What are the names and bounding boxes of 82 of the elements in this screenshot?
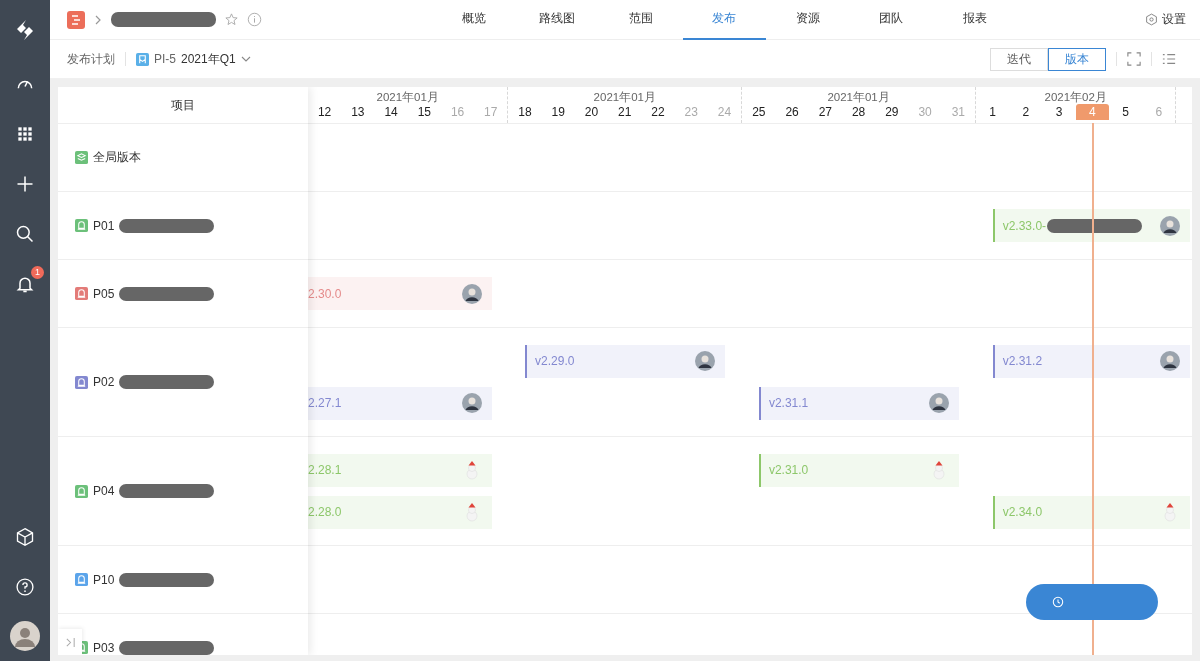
project-name[interactable]: P01 bbox=[93, 218, 115, 233]
avatar-icon bbox=[1160, 351, 1180, 371]
day-label: 3 bbox=[1054, 104, 1064, 120]
version-label: v2.31.1 bbox=[767, 396, 809, 410]
day-label: 2 bbox=[1021, 104, 1031, 120]
day-label: 31 bbox=[950, 104, 966, 120]
day-label: 22 bbox=[650, 104, 666, 120]
nav-tab[interactable]: 报表 bbox=[933, 0, 1017, 40]
nav-tab[interactable]: 概览 bbox=[432, 0, 516, 40]
day-label: 6 bbox=[1154, 104, 1164, 120]
day-label: 24 bbox=[716, 104, 733, 120]
project-name[interactable]: 全局版本 bbox=[93, 149, 141, 166]
user-avatar-icon[interactable] bbox=[10, 621, 40, 651]
day-label: 16 bbox=[449, 104, 466, 120]
nav-tab[interactable]: 路线图 bbox=[515, 0, 599, 40]
view-toggle[interactable]: 版本 bbox=[1048, 47, 1106, 71]
avatar-icon bbox=[929, 393, 950, 413]
settings-button[interactable]: 设置 bbox=[1145, 11, 1186, 28]
day-label: 29 bbox=[884, 104, 900, 120]
day-label: 12 bbox=[316, 104, 333, 120]
collapse-icon bbox=[64, 636, 76, 648]
day-label: 14 bbox=[383, 104, 399, 120]
search-icon[interactable] bbox=[15, 224, 35, 244]
version-label: 2.30.0 bbox=[308, 286, 342, 301]
avatar-icon bbox=[1160, 215, 1180, 236]
day-label: 21 bbox=[617, 104, 633, 120]
day-label: 20 bbox=[583, 104, 600, 120]
help-icon[interactable] bbox=[15, 577, 35, 597]
day-label: 23 bbox=[683, 104, 699, 120]
nav-tab[interactable]: 团队 bbox=[849, 0, 933, 40]
day-label: 1 bbox=[988, 104, 997, 120]
pi-selector[interactable]: PI-5 2021年Q1 bbox=[136, 50, 251, 68]
apps-grid-icon[interactable] bbox=[15, 124, 35, 144]
plus-icon[interactable] bbox=[15, 174, 35, 194]
project-name[interactable]: P03 bbox=[93, 640, 115, 655]
avatar-icon bbox=[461, 393, 482, 413]
nav-tab[interactable]: 资源 bbox=[766, 0, 850, 40]
chevron-right-icon bbox=[93, 14, 103, 25]
version-label: 2.28.0 bbox=[308, 505, 342, 519]
notification-badge: 1 bbox=[31, 266, 44, 279]
version-label: 2.28.1 bbox=[308, 463, 342, 477]
project-name[interactable]: P04 bbox=[93, 484, 115, 498]
project-name[interactable]: P02 bbox=[93, 375, 115, 389]
day-label: 4 bbox=[1075, 104, 1109, 120]
project-name[interactable]: P05 bbox=[93, 286, 115, 301]
avatar-icon bbox=[461, 283, 482, 304]
nav-tab[interactable]: 范围 bbox=[599, 0, 683, 40]
pi-icon bbox=[136, 52, 149, 66]
view-toggle[interactable]: 迭代 bbox=[990, 47, 1048, 71]
day-label: 17 bbox=[483, 104, 499, 120]
day-label: 5 bbox=[1121, 104, 1130, 120]
month-label: 2021年01月 bbox=[827, 91, 890, 104]
page-title: 发布计划 bbox=[67, 50, 115, 68]
list-icon[interactable] bbox=[1162, 52, 1176, 66]
day-label: 28 bbox=[850, 104, 867, 120]
month-label: 2021年01月 bbox=[376, 91, 439, 104]
day-label: 13 bbox=[350, 104, 366, 120]
settings-icon bbox=[1145, 13, 1158, 26]
star-icon[interactable] bbox=[224, 12, 239, 27]
day-label: 15 bbox=[416, 104, 432, 120]
cube-icon[interactable] bbox=[15, 527, 35, 547]
clock-icon bbox=[1052, 596, 1064, 608]
month-label: 2021年01月 bbox=[593, 91, 656, 104]
day-label: 30 bbox=[917, 104, 933, 120]
version-label: v2.31.2 bbox=[1001, 354, 1043, 368]
day-label: 18 bbox=[517, 104, 533, 120]
project-name[interactable]: P10 bbox=[93, 572, 115, 587]
version-label: v2.33.0- bbox=[1001, 218, 1047, 233]
version-label: v2.34.0 bbox=[1001, 505, 1043, 519]
day-label: 19 bbox=[550, 104, 566, 120]
avatar-icon bbox=[695, 351, 716, 371]
month-label: 2021年02月 bbox=[1044, 91, 1107, 104]
chevron-down-icon bbox=[240, 54, 251, 64]
floating-button[interactable] bbox=[1026, 584, 1158, 620]
project-icon[interactable] bbox=[67, 10, 85, 29]
day-label: 27 bbox=[817, 104, 833, 120]
version-label: v2.29.0 bbox=[534, 354, 575, 368]
version-label: 2.27.1 bbox=[308, 396, 342, 410]
day-label: 25 bbox=[751, 104, 767, 120]
version-label: v2.31.0 bbox=[767, 463, 809, 477]
day-label: 26 bbox=[784, 104, 800, 120]
nav-tab[interactable]: 发布 bbox=[682, 0, 766, 40]
